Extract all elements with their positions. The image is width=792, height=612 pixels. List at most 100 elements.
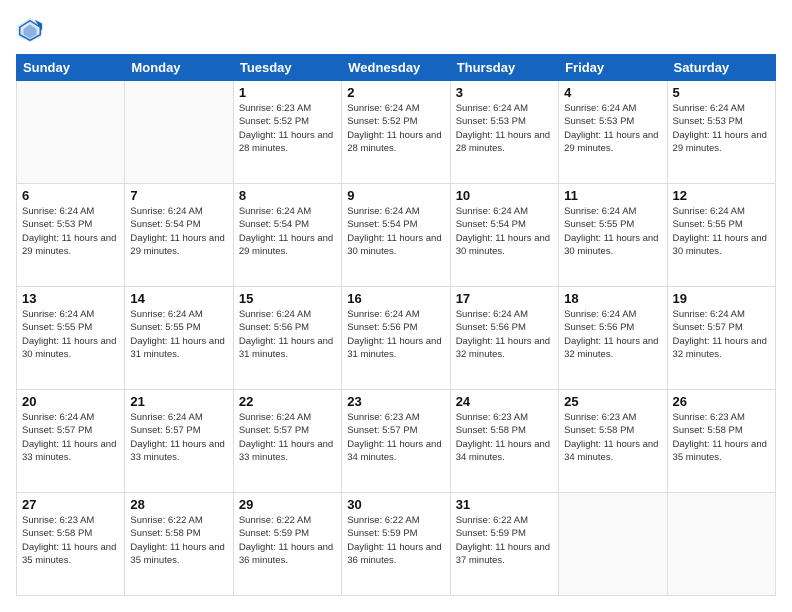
day-info: Sunrise: 6:24 AM Sunset: 5:56 PM Dayligh… bbox=[564, 308, 661, 361]
day-number: 26 bbox=[673, 394, 770, 409]
day-number: 21 bbox=[130, 394, 227, 409]
day-info: Sunrise: 6:22 AM Sunset: 5:58 PM Dayligh… bbox=[130, 514, 227, 567]
day-of-week-header: Saturday bbox=[667, 55, 775, 81]
day-of-week-header: Wednesday bbox=[342, 55, 450, 81]
calendar-cell: 10 Sunrise: 6:24 AM Sunset: 5:54 PM Dayli… bbox=[450, 184, 558, 287]
calendar-cell: 19 Sunrise: 6:24 AM Sunset: 5:57 PM Dayli… bbox=[667, 287, 775, 390]
day-number: 18 bbox=[564, 291, 661, 306]
day-of-week-header: Sunday bbox=[17, 55, 125, 81]
day-of-week-header: Friday bbox=[559, 55, 667, 81]
day-number: 4 bbox=[564, 85, 661, 100]
day-number: 25 bbox=[564, 394, 661, 409]
day-info: Sunrise: 6:24 AM Sunset: 5:54 PM Dayligh… bbox=[456, 205, 553, 258]
day-number: 13 bbox=[22, 291, 119, 306]
calendar-cell: 24 Sunrise: 6:23 AM Sunset: 5:58 PM Dayli… bbox=[450, 390, 558, 493]
day-info: Sunrise: 6:24 AM Sunset: 5:54 PM Dayligh… bbox=[239, 205, 336, 258]
calendar-cell: 20Sunrise: 6:24 AM Sunset: 5:57 PM Dayli… bbox=[17, 390, 125, 493]
day-info: Sunrise: 6:24 AM Sunset: 5:53 PM Dayligh… bbox=[22, 205, 119, 258]
calendar-cell: 4 Sunrise: 6:24 AM Sunset: 5:53 PM Daylig… bbox=[559, 81, 667, 184]
calendar-week-row: 13 Sunrise: 6:24 AM Sunset: 5:55 PM Dayli… bbox=[17, 287, 776, 390]
day-number: 7 bbox=[130, 188, 227, 203]
day-info: Sunrise: 6:23 AM Sunset: 5:58 PM Dayligh… bbox=[22, 514, 119, 567]
day-info: Sunrise: 6:24 AM Sunset: 5:55 PM Dayligh… bbox=[22, 308, 119, 361]
calendar-cell: 29 Sunrise: 6:22 AM Sunset: 5:59 PM Dayli… bbox=[233, 493, 341, 596]
calendar-cell: 3 Sunrise: 6:24 AM Sunset: 5:53 PM Daylig… bbox=[450, 81, 558, 184]
calendar-cell: 23 Sunrise: 6:23 AM Sunset: 5:57 PM Dayli… bbox=[342, 390, 450, 493]
header bbox=[16, 16, 776, 44]
day-info: Sunrise: 6:24 AM Sunset: 5:53 PM Dayligh… bbox=[673, 102, 770, 155]
day-number: 28 bbox=[130, 497, 227, 512]
day-info: Sunrise: 6:24 AM Sunset: 5:57 PM Dayligh… bbox=[239, 411, 336, 464]
page: SundayMondayTuesdayWednesdayThursdayFrid… bbox=[0, 0, 792, 612]
day-number: 17 bbox=[456, 291, 553, 306]
logo-icon bbox=[16, 16, 44, 44]
day-info: Sunrise: 6:24 AM Sunset: 5:55 PM Dayligh… bbox=[564, 205, 661, 258]
calendar-cell bbox=[125, 81, 233, 184]
day-info: Sunrise: 6:22 AM Sunset: 5:59 PM Dayligh… bbox=[347, 514, 444, 567]
calendar-cell: 9 Sunrise: 6:24 AM Sunset: 5:54 PM Daylig… bbox=[342, 184, 450, 287]
calendar-cell: 30 Sunrise: 6:22 AM Sunset: 5:59 PM Dayli… bbox=[342, 493, 450, 596]
calendar-cell: 28 Sunrise: 6:22 AM Sunset: 5:58 PM Dayli… bbox=[125, 493, 233, 596]
day-info: Sunrise: 6:24 AM Sunset: 5:53 PM Dayligh… bbox=[564, 102, 661, 155]
day-info: Sunrise: 6:22 AM Sunset: 5:59 PM Dayligh… bbox=[239, 514, 336, 567]
day-info: Sunrise: 6:24 AM Sunset: 5:54 PM Dayligh… bbox=[130, 205, 227, 258]
day-info: Sunrise: 6:23 AM Sunset: 5:58 PM Dayligh… bbox=[673, 411, 770, 464]
day-number: 24 bbox=[456, 394, 553, 409]
day-of-week-header: Tuesday bbox=[233, 55, 341, 81]
calendar-cell: 22Sunrise: 6:24 AM Sunset: 5:57 PM Dayli… bbox=[233, 390, 341, 493]
day-number: 15 bbox=[239, 291, 336, 306]
calendar-cell: 14 Sunrise: 6:24 AM Sunset: 5:55 PM Dayli… bbox=[125, 287, 233, 390]
calendar-cell: 27 Sunrise: 6:23 AM Sunset: 5:58 PM Dayli… bbox=[17, 493, 125, 596]
day-info: Sunrise: 6:24 AM Sunset: 5:55 PM Dayligh… bbox=[673, 205, 770, 258]
calendar-cell: 11 Sunrise: 6:24 AM Sunset: 5:55 PM Dayli… bbox=[559, 184, 667, 287]
calendar-week-row: 6 Sunrise: 6:24 AM Sunset: 5:53 PM Daylig… bbox=[17, 184, 776, 287]
day-number: 23 bbox=[347, 394, 444, 409]
day-number: 14 bbox=[130, 291, 227, 306]
calendar-cell: 6 Sunrise: 6:24 AM Sunset: 5:53 PM Daylig… bbox=[17, 184, 125, 287]
calendar-cell: 31 Sunrise: 6:22 AM Sunset: 5:59 PM Dayli… bbox=[450, 493, 558, 596]
calendar-cell: 15 Sunrise: 6:24 AM Sunset: 5:56 PM Dayli… bbox=[233, 287, 341, 390]
day-info: Sunrise: 6:23 AM Sunset: 5:58 PM Dayligh… bbox=[564, 411, 661, 464]
calendar-header-row: SundayMondayTuesdayWednesdayThursdayFrid… bbox=[17, 55, 776, 81]
day-info: Sunrise: 6:24 AM Sunset: 5:57 PM Dayligh… bbox=[22, 411, 119, 464]
day-number: 30 bbox=[347, 497, 444, 512]
day-info: Sunrise: 6:24 AM Sunset: 5:55 PM Dayligh… bbox=[130, 308, 227, 361]
calendar-cell: 5 Sunrise: 6:24 AM Sunset: 5:53 PM Daylig… bbox=[667, 81, 775, 184]
day-info: Sunrise: 6:24 AM Sunset: 5:53 PM Dayligh… bbox=[456, 102, 553, 155]
day-number: 27 bbox=[22, 497, 119, 512]
calendar-cell: 18 Sunrise: 6:24 AM Sunset: 5:56 PM Dayli… bbox=[559, 287, 667, 390]
day-of-week-header: Monday bbox=[125, 55, 233, 81]
calendar-cell: 21Sunrise: 6:24 AM Sunset: 5:57 PM Dayli… bbox=[125, 390, 233, 493]
day-number: 8 bbox=[239, 188, 336, 203]
day-number: 16 bbox=[347, 291, 444, 306]
calendar-cell: 26 Sunrise: 6:23 AM Sunset: 5:58 PM Dayli… bbox=[667, 390, 775, 493]
calendar-week-row: 1Sunrise: 6:23 AM Sunset: 5:52 PM Daylig… bbox=[17, 81, 776, 184]
calendar-table: SundayMondayTuesdayWednesdayThursdayFrid… bbox=[16, 54, 776, 596]
day-number: 11 bbox=[564, 188, 661, 203]
day-number: 12 bbox=[673, 188, 770, 203]
day-info: Sunrise: 6:24 AM Sunset: 5:54 PM Dayligh… bbox=[347, 205, 444, 258]
day-info: Sunrise: 6:24 AM Sunset: 5:52 PM Dayligh… bbox=[347, 102, 444, 155]
calendar-cell: 7 Sunrise: 6:24 AM Sunset: 5:54 PM Daylig… bbox=[125, 184, 233, 287]
day-info: Sunrise: 6:23 AM Sunset: 5:57 PM Dayligh… bbox=[347, 411, 444, 464]
calendar-week-row: 20Sunrise: 6:24 AM Sunset: 5:57 PM Dayli… bbox=[17, 390, 776, 493]
calendar-cell bbox=[17, 81, 125, 184]
day-number: 19 bbox=[673, 291, 770, 306]
day-number: 10 bbox=[456, 188, 553, 203]
day-info: Sunrise: 6:24 AM Sunset: 5:57 PM Dayligh… bbox=[673, 308, 770, 361]
calendar-cell: 2 Sunrise: 6:24 AM Sunset: 5:52 PM Daylig… bbox=[342, 81, 450, 184]
calendar-cell: 13 Sunrise: 6:24 AM Sunset: 5:55 PM Dayli… bbox=[17, 287, 125, 390]
day-info: Sunrise: 6:22 AM Sunset: 5:59 PM Dayligh… bbox=[456, 514, 553, 567]
day-number: 9 bbox=[347, 188, 444, 203]
day-info: Sunrise: 6:23 AM Sunset: 5:52 PM Dayligh… bbox=[239, 102, 336, 155]
day-info: Sunrise: 6:24 AM Sunset: 5:56 PM Dayligh… bbox=[239, 308, 336, 361]
day-number: 3 bbox=[456, 85, 553, 100]
day-number: 31 bbox=[456, 497, 553, 512]
calendar-cell: 16Sunrise: 6:24 AM Sunset: 5:56 PM Dayli… bbox=[342, 287, 450, 390]
day-number: 6 bbox=[22, 188, 119, 203]
day-info: Sunrise: 6:24 AM Sunset: 5:56 PM Dayligh… bbox=[456, 308, 553, 361]
day-number: 2 bbox=[347, 85, 444, 100]
day-info: Sunrise: 6:23 AM Sunset: 5:58 PM Dayligh… bbox=[456, 411, 553, 464]
day-number: 5 bbox=[673, 85, 770, 100]
day-number: 29 bbox=[239, 497, 336, 512]
